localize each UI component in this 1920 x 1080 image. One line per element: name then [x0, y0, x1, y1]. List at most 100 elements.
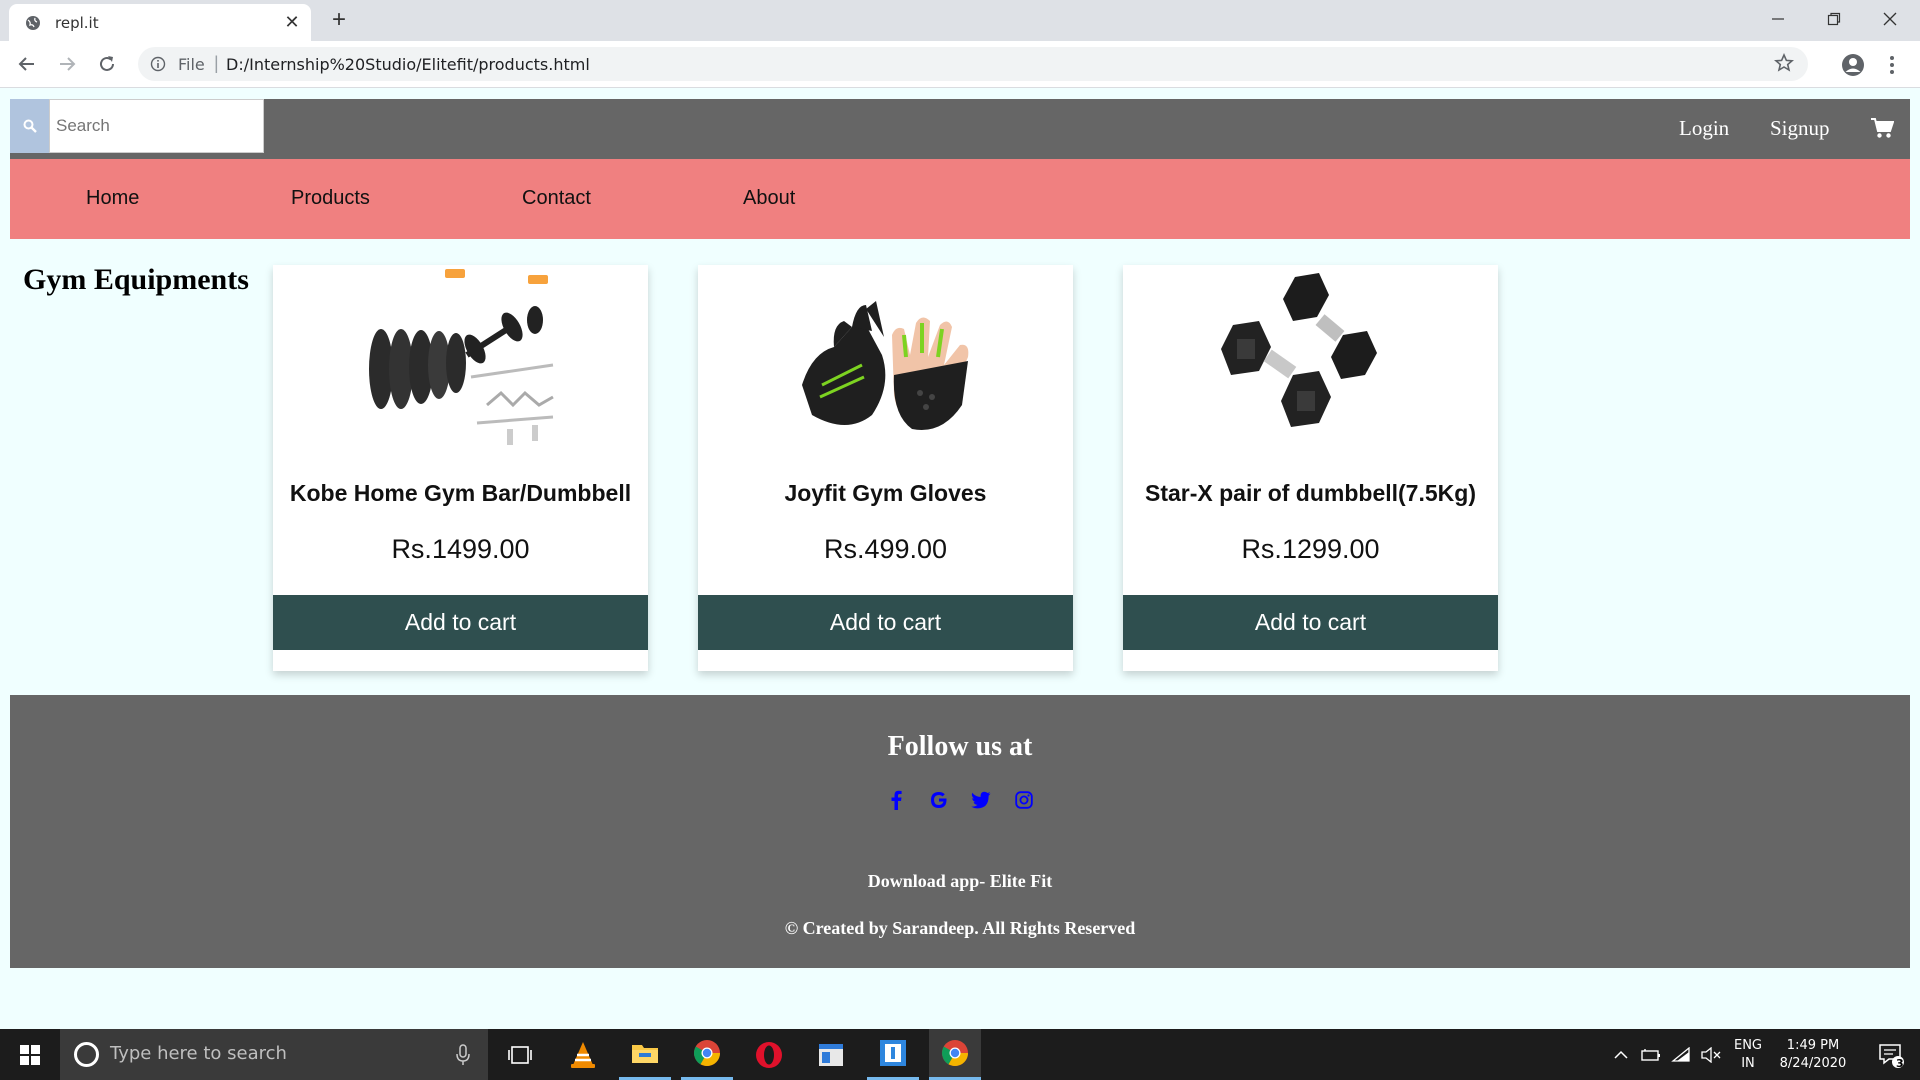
add-to-cart-button[interactable]: Add to cart: [273, 595, 648, 650]
search-input[interactable]: [49, 99, 264, 153]
forward-button[interactable]: [54, 51, 80, 77]
cart-icon[interactable]: [1870, 117, 1894, 139]
url-bar[interactable]: File | D:/Internship%20Studio/Elitefit/p…: [138, 47, 1808, 81]
search-icon: [23, 119, 37, 133]
menu-products[interactable]: Products: [291, 187, 370, 210]
add-to-cart-button[interactable]: Add to cart: [1123, 595, 1498, 650]
taskbar-code-app[interactable]: [867, 1029, 919, 1080]
close-icon: [1883, 12, 1897, 26]
product-price: Rs.1499.00: [391, 534, 530, 564]
back-button[interactable]: [14, 51, 40, 77]
microphone-icon[interactable]: [455, 1043, 471, 1067]
chrome-icon: [694, 1040, 721, 1067]
product-card: Star-X pair of dumbbell(7.5Kg) Rs.1299.0…: [1123, 265, 1498, 671]
file-scheme-label: File: [178, 55, 205, 74]
clock[interactable]: 1:49 PM 8/24/2020: [1770, 1029, 1856, 1080]
gym-gloves-image: [792, 265, 980, 453]
arrow-left-icon: [18, 57, 34, 71]
taskbar-chrome-active[interactable]: [929, 1029, 981, 1080]
url-text[interactable]: D:/Internship%20Studio/Elitefit/products…: [226, 55, 590, 74]
battery-icon: [1641, 1048, 1660, 1061]
tray-battery[interactable]: [1636, 1029, 1666, 1080]
notification-center[interactable]: 3: [1866, 1029, 1916, 1080]
chrome-icon: [942, 1040, 969, 1067]
tab-title: repl.it: [55, 14, 99, 32]
new-tab-button[interactable]: +: [326, 8, 352, 34]
browser-tab-strip: repl.it ✕ +: [0, 0, 1920, 41]
menu-home[interactable]: Home: [86, 187, 139, 210]
download-app-text: Download app- Elite Fit: [867, 871, 1053, 891]
taskbar-vlc[interactable]: [557, 1029, 609, 1080]
clock-time: 1:49 PM: [1786, 1037, 1840, 1053]
menu-about[interactable]: About: [743, 187, 795, 210]
web-page: Login Signup Home Products Contact About…: [0, 89, 1920, 1029]
facebook-icon[interactable]: [881, 785, 911, 815]
product-price: Rs.499.00: [823, 534, 948, 564]
minimize-button[interactable]: [1750, 0, 1806, 38]
wifi-icon: [1671, 1046, 1690, 1062]
google-icon[interactable]: [924, 785, 954, 815]
product-price: Rs.1299.00: [1241, 534, 1380, 564]
main-menu: Home Products Contact About: [10, 159, 1910, 239]
language-indicator[interactable]: ENG IN: [1726, 1029, 1770, 1080]
menu-contact[interactable]: Contact: [522, 187, 591, 210]
tray-volume[interactable]: [1696, 1029, 1726, 1080]
address-bar-row: File | D:/Internship%20Studio/Elitefit/p…: [0, 41, 1920, 88]
code-app-icon: [880, 1040, 906, 1066]
window-app-icon: [819, 1043, 843, 1066]
region-code: IN: [1741, 1055, 1755, 1071]
taskbar-chrome[interactable]: [681, 1029, 733, 1080]
restore-icon: [1827, 12, 1841, 26]
info-icon[interactable]: [150, 56, 166, 72]
taskbar-search-placeholder: Type here to search: [110, 1043, 287, 1064]
product-name: Star-X pair of dumbbell(7.5Kg): [1145, 480, 1476, 506]
taskbar-app-window[interactable]: [805, 1029, 857, 1080]
close-window-button[interactable]: [1862, 0, 1918, 38]
folder-icon: [632, 1045, 658, 1063]
minimize-icon: [1772, 18, 1784, 20]
copyright-text: © Created by Sarandeep. All Rights Reser…: [784, 918, 1136, 938]
url-separator: |: [214, 53, 219, 73]
volume-muted-icon: [1701, 1046, 1721, 1063]
close-tab-icon[interactable]: ✕: [281, 11, 303, 33]
taskbar-opera[interactable]: [743, 1029, 795, 1080]
footer-title: Follow us at: [887, 731, 1033, 762]
instagram-icon[interactable]: [1009, 785, 1039, 815]
twitter-icon[interactable]: [966, 785, 996, 815]
cortana-icon: [74, 1042, 99, 1067]
top-navigation: Login Signup: [10, 99, 1910, 159]
product-card: Joyfit Gym Gloves Rs.499.00 Add to cart: [698, 265, 1073, 671]
language-code: ENG: [1733, 1037, 1762, 1053]
login-link[interactable]: Login: [1679, 116, 1729, 141]
reload-button[interactable]: [94, 51, 120, 77]
taskbar-search-box[interactable]: Type here to search: [60, 1029, 488, 1080]
clock-date: 8/24/2020: [1779, 1055, 1847, 1071]
taskbar-file-explorer[interactable]: [619, 1029, 671, 1080]
tray-wifi[interactable]: [1666, 1029, 1696, 1080]
globe-icon: [26, 16, 40, 30]
product-name: Kobe Home Gym Bar/Dumbbell: [289, 480, 632, 506]
tray-overflow[interactable]: [1606, 1029, 1636, 1080]
arrow-right-icon: [60, 57, 76, 71]
profile-icon[interactable]: [1840, 52, 1866, 78]
notification-count: 3: [1896, 1057, 1904, 1070]
footer: Follow us at Download app- Elite Fit © C…: [10, 695, 1910, 968]
reload-icon: [100, 56, 114, 71]
signup-link[interactable]: Signup: [1770, 116, 1830, 141]
section-title: Gym Equipments: [23, 263, 249, 296]
chevron-up-icon: [1614, 1050, 1628, 1059]
task-view-button[interactable]: [494, 1029, 546, 1080]
kebab-menu-icon[interactable]: [1882, 52, 1902, 78]
restore-button[interactable]: [1806, 0, 1862, 38]
product-name: Joyfit Gym Gloves: [784, 480, 987, 506]
windows-taskbar: Type here to search ENG IN 1:49 PM 8/24/…: [0, 1029, 1920, 1080]
product-card: Kobe Home Gym Bar/Dumbbell Rs.1499.00 Ad…: [273, 265, 648, 671]
search-button[interactable]: [10, 99, 49, 153]
star-icon[interactable]: [1774, 53, 1794, 73]
home-gym-set-image: [367, 265, 555, 453]
browser-tab[interactable]: repl.it ✕: [9, 4, 311, 41]
add-to-cart-button[interactable]: Add to cart: [698, 595, 1073, 650]
opera-icon: [756, 1041, 782, 1068]
start-button[interactable]: [0, 1029, 60, 1080]
task-view-icon: [508, 1045, 532, 1064]
